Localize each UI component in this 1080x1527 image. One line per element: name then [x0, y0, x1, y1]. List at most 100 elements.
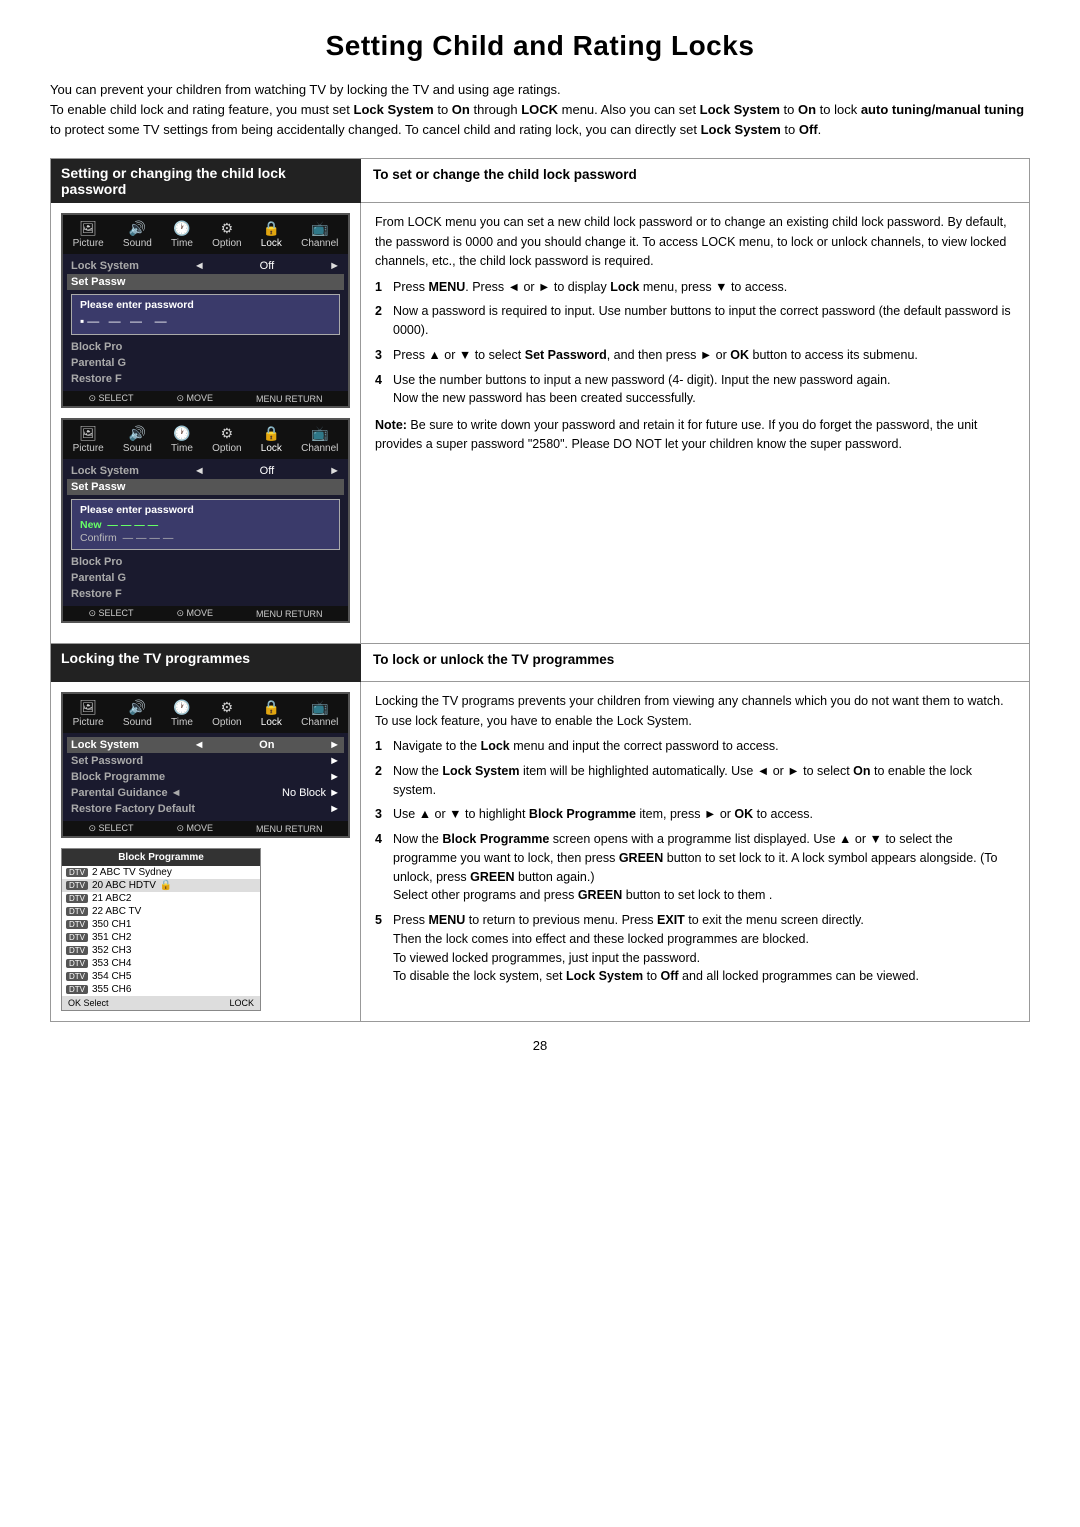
- block-programme-list: Block Programme DTV 2 ABC TV Sydney DTV …: [61, 848, 261, 1011]
- dtv-badge: DTV: [66, 868, 88, 877]
- tab-lock: 🔒Lock: [257, 218, 286, 251]
- tv-menu-1-body: Lock System◄Off► Set Passw Please enter …: [63, 254, 348, 391]
- section1-right-text: From LOCK menu you can set a new child l…: [375, 213, 1015, 271]
- dtv-badge: DTV: [66, 881, 88, 890]
- step1-4: 4 Use the number buttons to input a new …: [375, 371, 1015, 409]
- section2-right-header-area: To lock or unlock the TV programmes: [361, 644, 1029, 682]
- tv-menu-1: 🖼Picture 🔊Sound 🕐Time ⚙Option 🔒Lock 📺Cha…: [61, 213, 350, 408]
- tab-time: 🕐Time: [167, 218, 197, 251]
- step2-2: 2 Now the Lock System item will be highl…: [375, 762, 1015, 800]
- tv-menu-3-footer: ⊙ SELECT ⊙ MOVE MENU RETURN: [63, 821, 348, 836]
- menu1-row-block-pro: Block Pro: [71, 339, 340, 355]
- section1-right-header: To set or change the child lock password: [373, 167, 1017, 182]
- step1-1: 1 Press MENU. Press ◄ or ► to display Lo…: [375, 278, 1015, 297]
- channel-row-abc-tv: DTV 22 ABC TV: [62, 905, 260, 918]
- tab2-lock: 🔒Lock: [257, 423, 286, 456]
- tv-menu-1-tabs: 🖼Picture 🔊Sound 🕐Time ⚙Option 🔒Lock 📺Cha…: [63, 215, 348, 254]
- tv-menu-2-footer: ⊙ SELECT ⊙ MOVE MENU RETURN: [63, 606, 348, 621]
- tab2-option: ⚙Option: [208, 423, 245, 456]
- menu1-row-restore: Restore F: [71, 371, 340, 387]
- tab2-picture: 🖼Picture: [69, 423, 108, 456]
- tv-menu-2-tabs: 🖼Picture 🔊Sound 🕐Time ⚙Option 🔒Lock 📺Cha…: [63, 420, 348, 459]
- dtv-badge: DTV: [66, 972, 88, 981]
- section1-note: Note: Be sure to write down your passwor…: [375, 416, 1015, 455]
- tv-menu-2-body: Lock System◄Off► Set Passw Please enter …: [63, 459, 348, 606]
- menu3-row-restore-factory: Restore Factory Default ►: [71, 801, 340, 817]
- step1-3: 3 Press ▲ or ▼ to select Set Password, a…: [375, 346, 1015, 365]
- page-title: Setting Child and Rating Locks: [50, 30, 1030, 62]
- menu1-row-parental: Parental G: [71, 355, 340, 371]
- channel-row-abc-sydney: DTV 2 ABC TV Sydney: [62, 866, 260, 879]
- tab3-lock: 🔒Lock: [257, 697, 286, 730]
- dtv-badge: DTV: [66, 946, 88, 955]
- channel-row-355: DTV 355 CH6: [62, 983, 260, 996]
- tv-menu-2: 🖼Picture 🔊Sound 🕐Time ⚙Option 🔒Lock 📺Cha…: [61, 418, 350, 623]
- menu2-row-restore: Restore F: [71, 586, 340, 602]
- tab-channel: 📺Channel: [297, 218, 342, 251]
- channel-row-abc-hdtv: DTV 20 ABC HDTV 🔒: [62, 879, 260, 892]
- menu1-row-set-password: Set Passw: [67, 274, 344, 290]
- section1-left-col: 🖼Picture 🔊Sound 🕐Time ⚙Option 🔒Lock 📺Cha…: [51, 203, 361, 643]
- tv-menu-3: 🖼Picture 🔊Sound 🕐Time ⚙Option 🔒Lock 📺Cha…: [61, 692, 350, 838]
- step2-4: 4 Now the Block Programme screen opens w…: [375, 830, 1015, 905]
- menu3-row-block-programme: Block Programme ►: [71, 769, 340, 785]
- section2-steps: 1 Navigate to the Lock menu and input th…: [375, 737, 1015, 986]
- dtv-badge: DTV: [66, 985, 88, 994]
- step2-5: 5 Press MENU to return to previous menu.…: [375, 911, 1015, 986]
- section1-right-header-area: To set or change the child lock password: [361, 159, 1029, 203]
- tab3-option: ⚙Option: [208, 697, 245, 730]
- confirm-row: Confirm — — — —: [80, 532, 331, 544]
- block-programme-footer: OK Select LOCK: [62, 996, 260, 1010]
- page-number: 28: [50, 1038, 1030, 1053]
- dtv-badge: DTV: [66, 920, 88, 929]
- menu2-row-lock-system: Lock System◄Off►: [71, 463, 340, 479]
- section2-right-text: Locking the TV programs prevents your ch…: [375, 692, 1015, 731]
- channel-row-352: DTV 352 CH3: [62, 944, 260, 957]
- tv-menu-3-body: Lock System ◄ On ► Set Password ► Block …: [63, 733, 348, 821]
- tab2-time: 🕐Time: [167, 423, 197, 456]
- lock-icon-channel: 🔒: [160, 880, 172, 891]
- tab3-picture: 🖼Picture: [69, 697, 108, 730]
- dtv-badge: DTV: [66, 959, 88, 968]
- new-row: New — — — —: [80, 519, 331, 531]
- tab2-channel: 📺Channel: [297, 423, 342, 456]
- section2-header: Locking the TV programmes: [51, 644, 361, 682]
- menu1-row-lock-system: Lock System◄Off►: [71, 258, 340, 274]
- tab3-channel: 📺Channel: [297, 697, 342, 730]
- menu3-row-set-password: Set Password ►: [71, 753, 340, 769]
- channel-row-351: DTV 351 CH2: [62, 931, 260, 944]
- tv-menu-1-footer: ⊙ SELECT ⊙ MOVE MENU RETURN: [63, 391, 348, 406]
- section2-right-col: Locking the TV programs prevents your ch…: [361, 682, 1029, 1021]
- tab-picture: 🖼Picture: [69, 218, 108, 251]
- section2-right-header: To lock or unlock the TV programmes: [373, 652, 1017, 667]
- step2-1: 1 Navigate to the Lock menu and input th…: [375, 737, 1015, 756]
- channel-row-354: DTV 354 CH5: [62, 970, 260, 983]
- section1-steps: 1 Press MENU. Press ◄ or ► to display Lo…: [375, 278, 1015, 409]
- section1-header: Setting or changing the child lock passw…: [51, 159, 361, 203]
- channel-row-abc2: DTV 21 ABC2: [62, 892, 260, 905]
- tv-menu-3-tabs: 🖼Picture 🔊Sound 🕐Time ⚙Option 🔒Lock 📺Cha…: [63, 694, 348, 733]
- channel-row-350: DTV 350 CH1: [62, 918, 260, 931]
- password-dots-1: ▪— — — —: [80, 314, 331, 328]
- tab3-sound: 🔊Sound: [119, 697, 156, 730]
- tab2-sound: 🔊Sound: [119, 423, 156, 456]
- menu2-row-block-pro: Block Pro: [71, 554, 340, 570]
- channel-row-353: DTV 353 CH4: [62, 957, 260, 970]
- menu2-row-set-password: Set Passw: [67, 479, 344, 495]
- section2-left-col: 🖼Picture 🔊Sound 🕐Time ⚙Option 🔒Lock 📺Cha…: [51, 682, 361, 1021]
- section1-right-col: From LOCK menu you can set a new child l…: [361, 203, 1029, 643]
- tab-sound: 🔊Sound: [119, 218, 156, 251]
- step2-3: 3 Use ▲ or ▼ to highlight Block Programm…: [375, 805, 1015, 824]
- menu3-row-lock-system: Lock System ◄ On ►: [67, 737, 344, 753]
- intro-text: You can prevent your children from watch…: [50, 80, 1030, 140]
- dtv-badge: DTV: [66, 907, 88, 916]
- step1-2: 2 Now a password is required to input. U…: [375, 302, 1015, 340]
- block-programme-header: Block Programme: [62, 849, 260, 866]
- tab3-time: 🕐Time: [167, 697, 197, 730]
- dtv-badge: DTV: [66, 933, 88, 942]
- menu2-row-parental: Parental G: [71, 570, 340, 586]
- menu3-row-parental-guidance: Parental Guidance ◄ No Block ►: [71, 785, 340, 801]
- tab-option: ⚙Option: [208, 218, 245, 251]
- password-overlay-1: Please enter password ▪— — — —: [71, 294, 340, 335]
- dtv-badge: DTV: [66, 894, 88, 903]
